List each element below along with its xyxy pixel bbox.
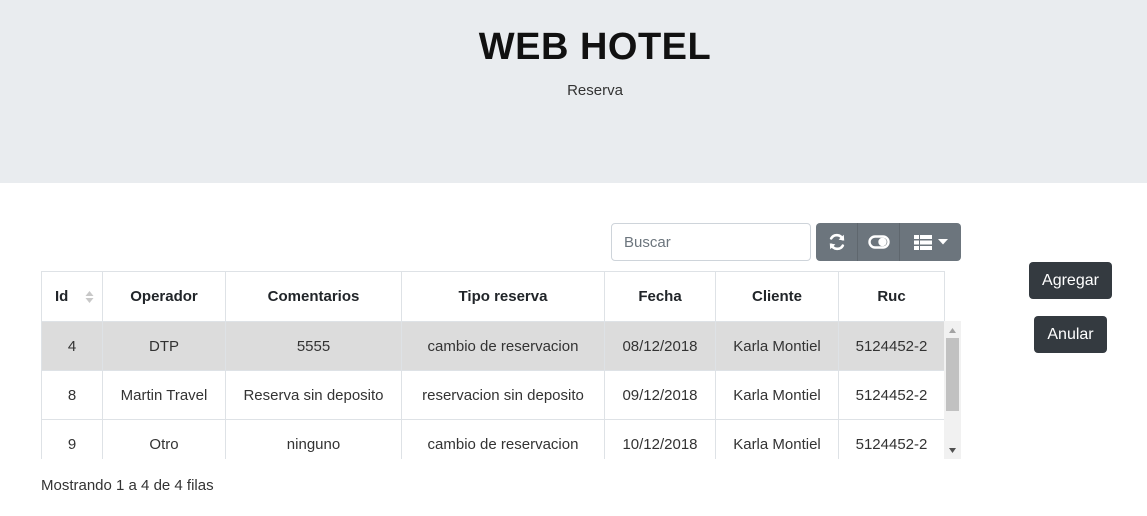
scroll-up-arrow[interactable] bbox=[944, 323, 961, 337]
reservations-table: Id Operador Comentarios Tipo reserva Fec… bbox=[41, 271, 945, 459]
table-toolbar bbox=[816, 223, 961, 261]
refresh-icon bbox=[829, 233, 844, 251]
chevron-down-icon bbox=[937, 239, 948, 245]
cell-fecha: 08/12/2018 bbox=[604, 321, 716, 371]
cancel-button[interactable]: Anular bbox=[1034, 316, 1107, 353]
cell-id: 4 bbox=[41, 321, 103, 371]
cell-tipo-reserva: cambio de reservacion bbox=[401, 321, 605, 371]
sort-icon bbox=[85, 291, 94, 303]
cell-comentarios: ninguno bbox=[225, 419, 402, 459]
reservations-table-container: Id Operador Comentarios Tipo reserva Fec… bbox=[41, 271, 961, 459]
cell-cliente: Karla Montiel bbox=[715, 321, 839, 371]
search-input[interactable] bbox=[611, 223, 811, 261]
column-header-ruc[interactable]: Ruc bbox=[838, 271, 945, 322]
columns-list-icon bbox=[913, 234, 932, 250]
cell-fecha: 09/12/2018 bbox=[604, 370, 716, 420]
scroll-down-arrow[interactable] bbox=[944, 443, 961, 457]
header-banner: WEB HOTEL Reserva bbox=[0, 0, 1147, 183]
toggle-view-icon bbox=[867, 235, 890, 249]
cell-id: 8 bbox=[41, 370, 103, 420]
refresh-button[interactable] bbox=[816, 223, 858, 261]
column-header-operador[interactable]: Operador bbox=[102, 271, 226, 322]
cell-operador: DTP bbox=[102, 321, 226, 371]
table-row[interactable]: 9 Otro ninguno cambio de reservacion 10/… bbox=[41, 419, 945, 459]
column-header-cliente[interactable]: Cliente bbox=[715, 271, 839, 322]
cell-fecha: 10/12/2018 bbox=[604, 419, 716, 459]
toggle-view-button[interactable] bbox=[858, 223, 900, 261]
column-header-comentarios[interactable]: Comentarios bbox=[225, 271, 402, 322]
cell-id: 9 bbox=[41, 419, 103, 459]
pagination-info: Mostrando 1 a 4 de 4 filas bbox=[41, 477, 214, 494]
table-scrollbar[interactable] bbox=[944, 321, 961, 459]
cell-comentarios: Reserva sin deposito bbox=[225, 370, 402, 420]
cell-comentarios: 5555 bbox=[225, 321, 402, 371]
cell-ruc: 5124452-2 bbox=[838, 419, 945, 459]
cell-operador: Martin Travel bbox=[102, 370, 226, 420]
column-header-tipo-reserva[interactable]: Tipo reserva bbox=[401, 271, 605, 322]
page-subtitle: Reserva bbox=[567, 82, 623, 99]
table-header-row: Id Operador Comentarios Tipo reserva Fec… bbox=[41, 271, 945, 322]
add-button[interactable]: Agregar bbox=[1029, 262, 1112, 299]
cell-cliente: Karla Montiel bbox=[715, 370, 839, 420]
column-header-id[interactable]: Id bbox=[41, 271, 103, 322]
table-row[interactable]: 4 DTP 5555 cambio de reservacion 08/12/2… bbox=[41, 321, 945, 371]
cell-tipo-reserva: cambio de reservacion bbox=[401, 419, 605, 459]
cell-ruc: 5124452-2 bbox=[838, 321, 945, 371]
cell-operador: Otro bbox=[102, 419, 226, 459]
page-title: WEB HOTEL bbox=[478, 26, 712, 68]
scrollbar-thumb[interactable] bbox=[946, 338, 959, 411]
caret-down-icon bbox=[949, 447, 956, 453]
columns-dropdown-button[interactable] bbox=[900, 223, 961, 261]
caret-up-icon bbox=[949, 327, 956, 333]
table-row[interactable]: 8 Martin Travel Reserva sin deposito res… bbox=[41, 370, 945, 420]
cell-tipo-reserva: reservacion sin deposito bbox=[401, 370, 605, 420]
column-header-fecha[interactable]: Fecha bbox=[604, 271, 716, 322]
cell-cliente: Karla Montiel bbox=[715, 419, 839, 459]
cell-ruc: 5124452-2 bbox=[838, 370, 945, 420]
